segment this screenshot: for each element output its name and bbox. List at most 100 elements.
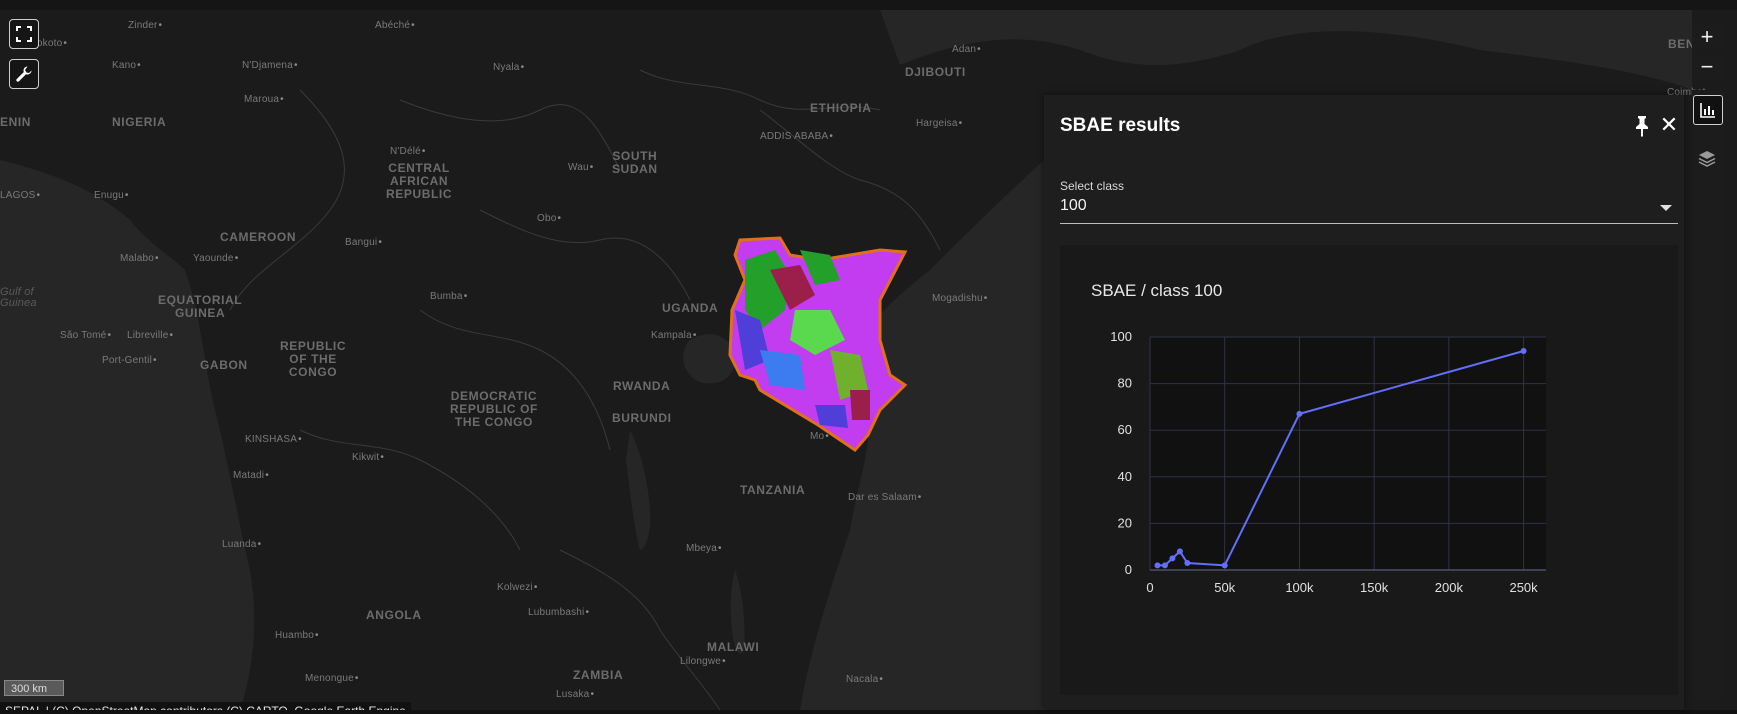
data-point — [1169, 555, 1176, 562]
map-label: Port-Gentil — [102, 355, 157, 366]
plot-area — [1150, 337, 1546, 570]
map-label: N'Djamena — [242, 60, 298, 71]
map-label: RWANDA — [613, 379, 671, 393]
map-label: Kolwezi — [497, 582, 538, 593]
map-label: Kano — [112, 60, 141, 71]
map-label: Menongue — [305, 673, 359, 684]
map-label: DJIBOUTI — [905, 65, 966, 79]
map-label: Nyala — [493, 62, 524, 73]
sbae-line-chart[interactable]: 0 20 40 60 80 100 0 50k 100k 150k 200k 250k — [1060, 245, 1678, 695]
x-tick-label: 250k — [1509, 580, 1538, 595]
map-label: Hargeisa — [916, 118, 962, 129]
top-bar — [0, 0, 1737, 10]
map-label: Lilongwe — [680, 656, 726, 667]
map-label: KINSHASA — [245, 434, 302, 445]
y-tick-label: 40 — [1118, 469, 1132, 484]
map-label: SOUTH SUDAN — [612, 149, 658, 176]
zoom-in-button[interactable]: + — [1692, 23, 1722, 51]
bar-chart-icon — [1700, 103, 1715, 118]
map-label: Kampala — [651, 330, 697, 341]
map-label: Lubumbashi — [528, 607, 589, 618]
y-tick-label: 20 — [1118, 515, 1132, 530]
map-label: Wau — [568, 162, 594, 173]
map-label: Mogadishu — [932, 293, 987, 304]
dropdown-caret-icon — [1660, 205, 1672, 211]
map-label: NIGERIA — [112, 115, 167, 129]
map-label: Bumba — [430, 291, 467, 302]
map-label: Obo — [537, 213, 561, 224]
data-point — [1154, 562, 1161, 569]
lake-victoria — [683, 334, 736, 384]
data-point — [1296, 410, 1303, 417]
y-tick-label: 100 — [1110, 329, 1132, 344]
wrench-icon — [16, 66, 32, 82]
select-class-dropdown[interactable]: 100 — [1060, 195, 1678, 224]
map-label: Adan — [952, 44, 981, 55]
side-toolbar — [1692, 90, 1724, 700]
pin-icon — [1636, 116, 1648, 137]
map-label: Libreville — [127, 330, 173, 341]
map-label: MALAWI — [707, 640, 760, 654]
map-label: Matadi — [233, 470, 269, 481]
map-label: Maroua — [244, 94, 284, 105]
map-label: CAMEROON — [220, 230, 297, 244]
gulf-of-aden — [880, 10, 1692, 90]
x-tick-label: 0 — [1146, 580, 1153, 595]
close-icon: ✕ — [1659, 112, 1679, 137]
map-label: DEMOCRATIC REPUBLIC OF THE CONGO — [450, 389, 538, 429]
pin-button[interactable] — [1632, 115, 1652, 137]
x-tick-label: 150k — [1360, 580, 1389, 595]
map-label: LAGOS — [0, 190, 40, 201]
data-point — [1520, 347, 1527, 354]
map-label: BURUNDI — [612, 411, 672, 425]
select-class-label: Select class — [1060, 179, 1125, 193]
y-tick-label: 80 — [1118, 376, 1132, 391]
map-label: EQUATORIAL GUINEA — [158, 293, 243, 320]
map-label: CENTRAL AFRICAN REPUBLIC — [386, 161, 453, 201]
map-label: Abéché — [375, 20, 415, 31]
map-attribution: SEPAL | (C) OpenStreetMap contributors (… — [0, 702, 411, 710]
map-label: São Tomé — [60, 330, 111, 341]
map-label: Dar es Salaam — [848, 492, 921, 503]
chart-panel-button[interactable] — [1693, 95, 1723, 125]
close-button[interactable]: ✕ — [1658, 113, 1680, 137]
map-label: TANZANIA — [740, 483, 806, 497]
map-label: Gulf of Guinea — [0, 286, 37, 309]
layers-button[interactable] — [1693, 145, 1721, 173]
map-label: Huambo — [275, 630, 319, 641]
data-point — [1161, 562, 1168, 569]
map-label: GABON — [200, 358, 248, 372]
map-label: ETHIOPIA — [810, 101, 872, 115]
data-point — [1184, 560, 1191, 567]
zoom-out-button[interactable]: − — [1692, 53, 1722, 81]
x-tick-label: 200k — [1435, 580, 1464, 595]
y-tick-label: 0 — [1125, 562, 1132, 577]
map-label: Zinder — [128, 20, 162, 31]
map-label: Mo — [810, 431, 829, 442]
map-label: Mbeya — [686, 543, 722, 554]
map-label: Enugu — [94, 190, 129, 201]
map-label: Malabo — [120, 253, 159, 264]
panel-title: SBAE results — [1060, 115, 1181, 136]
chart-card: SBAE / class 100 0 20 40 60 80 100 0 50k 100k 150… — [1060, 245, 1678, 695]
map-label: Kikwit — [352, 452, 384, 463]
map-label: Bangui — [345, 237, 382, 248]
map-label: ADDIS ABABA — [760, 131, 833, 142]
y-tick-label: 60 — [1118, 422, 1132, 437]
map-label: Luanda — [222, 539, 261, 550]
x-tick-label: 50k — [1214, 580, 1235, 595]
map-label: ANGOLA — [366, 608, 422, 622]
map-label: Nacala — [846, 674, 883, 685]
scale-bar: 300 km — [4, 680, 64, 696]
map-label: N'Délé — [390, 146, 426, 157]
tools-button[interactable] — [9, 59, 39, 89]
atlantic-ocean — [0, 160, 255, 710]
lake-tanganyika — [626, 430, 651, 550]
fullscreen-button[interactable] — [9, 19, 39, 49]
map-label: REPUBLIC OF THE CONGO — [280, 339, 347, 379]
select-class-value: 100 — [1060, 197, 1087, 214]
layers-icon — [1698, 151, 1716, 167]
map-label: ENIN — [0, 115, 32, 129]
map-label: Lusaka — [556, 689, 594, 700]
x-tick-label: 100k — [1285, 580, 1314, 595]
